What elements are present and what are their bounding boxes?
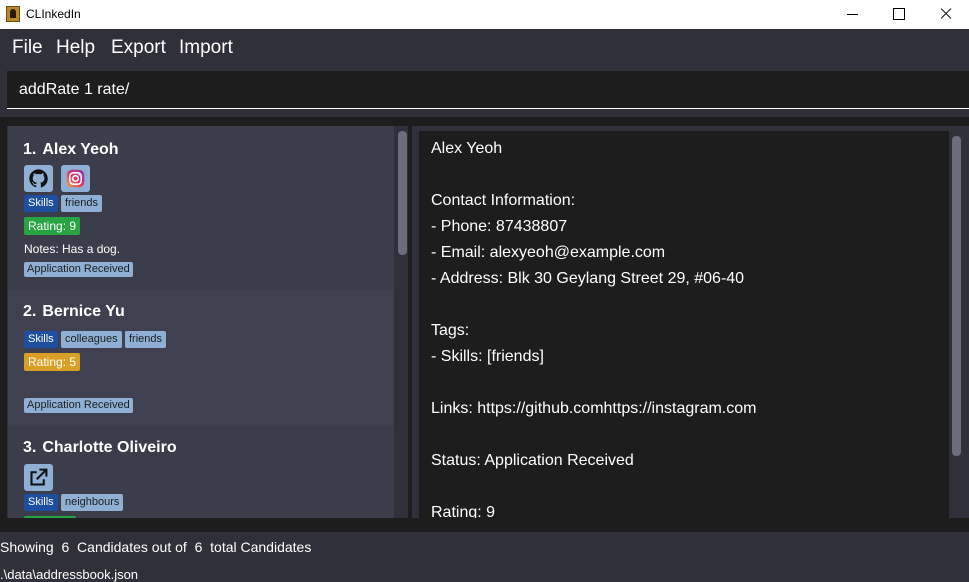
candidate-name: 2. Bernice Yu	[23, 303, 125, 321]
title-bar: CLInkedIn	[0, 0, 969, 29]
candidate-list: 1. Alex Yeoh Skills friends Rating: 9 Not…	[7, 126, 408, 518]
candidate-card[interactable]: 3. Charlotte Oliveiro Skills neighbours	[8, 425, 394, 518]
status-badge: Application Received	[24, 398, 133, 413]
command-box	[0, 65, 969, 117]
status-bar: Showing 6 Candidates out of 6 total Cand…	[0, 532, 969, 562]
close-button[interactable]	[922, 0, 968, 29]
tag-skills: Skills	[24, 331, 58, 348]
tag-skills: Skills	[24, 494, 58, 511]
window-title: CLInkedIn	[26, 7, 81, 21]
detail-view: Alex Yeoh Contact Information: - Phone: …	[419, 131, 949, 518]
minimize-button[interactable]	[830, 0, 876, 29]
candidate-card[interactable]: 1. Alex Yeoh Skills friends Rating: 9 Not…	[8, 126, 394, 289]
detail-phone: - Phone: 87438807	[431, 218, 568, 235]
detail-email: - Email: alexyeoh@example.com	[431, 244, 666, 261]
detail-contact-heading: Contact Information:	[431, 192, 576, 209]
rating-badge: Rating: 9	[24, 217, 81, 235]
detail-address: - Address: Blk 30 Geylang Street 29, #06…	[431, 270, 745, 287]
file-path: .\data\addressbook.json	[0, 567, 139, 582]
candidate-index: 3.	[23, 439, 37, 456]
status-text: Showing 6 Candidates out of 6 total Cand…	[0, 539, 312, 555]
detail-links: Links: https://github.comhttps://instagr…	[431, 400, 757, 417]
candidate-index: 1.	[23, 141, 37, 158]
app-icon	[6, 6, 20, 22]
detail-tags-heading: Tags:	[431, 322, 470, 339]
menu-file[interactable]: File	[12, 37, 43, 59]
detail-scrollbar[interactable]	[952, 136, 961, 456]
detail-panel: Alex Yeoh Contact Information: - Phone: …	[412, 126, 969, 518]
rating-badge: Rating: 5	[24, 353, 81, 371]
candidate-name-text: Charlotte Oliveiro	[42, 439, 177, 456]
instagram-icon[interactable]	[61, 165, 90, 192]
candidate-name: 1. Alex Yeoh	[23, 141, 119, 159]
candidate-index: 2.	[23, 303, 37, 320]
command-input[interactable]	[7, 71, 969, 109]
tag-friends: friends	[125, 331, 167, 348]
candidate-name-text: Alex Yeoh	[42, 141, 119, 158]
menu-import[interactable]: Import	[179, 37, 233, 59]
footer: .\data\addressbook.json	[0, 562, 969, 582]
candidate-notes: Notes: Has a dog.	[24, 242, 121, 256]
menu-bar: File Help Export Import	[0, 29, 969, 65]
list-scrollbar[interactable]	[398, 131, 407, 518]
rating-badge	[24, 516, 76, 518]
detail-rating: Rating: 9	[431, 504, 496, 518]
candidate-name-text: Bernice Yu	[42, 303, 125, 320]
tag-friends: friends	[61, 195, 103, 212]
list-scrollbar-thumb[interactable]	[398, 131, 407, 255]
detail-skills: - Skills: [friends]	[431, 348, 544, 365]
external-link-icon[interactable]	[24, 464, 53, 491]
tag-colleagues: colleagues	[61, 331, 122, 348]
maximize-button[interactable]	[876, 0, 922, 29]
menu-help[interactable]: Help	[56, 37, 95, 59]
status-badge: Application Received	[24, 262, 133, 277]
detail-status: Status: Application Received	[431, 452, 634, 469]
candidate-name: 3. Charlotte Oliveiro	[23, 439, 177, 457]
menu-export[interactable]: Export	[111, 37, 166, 59]
tag-neighbours: neighbours	[61, 494, 124, 511]
detail-name: Alex Yeoh	[431, 140, 503, 157]
tag-skills: Skills	[24, 195, 58, 212]
github-icon[interactable]	[24, 165, 53, 192]
candidate-card[interactable]: 2. Bernice Yu Skills colleagues friends R…	[8, 289, 394, 425]
